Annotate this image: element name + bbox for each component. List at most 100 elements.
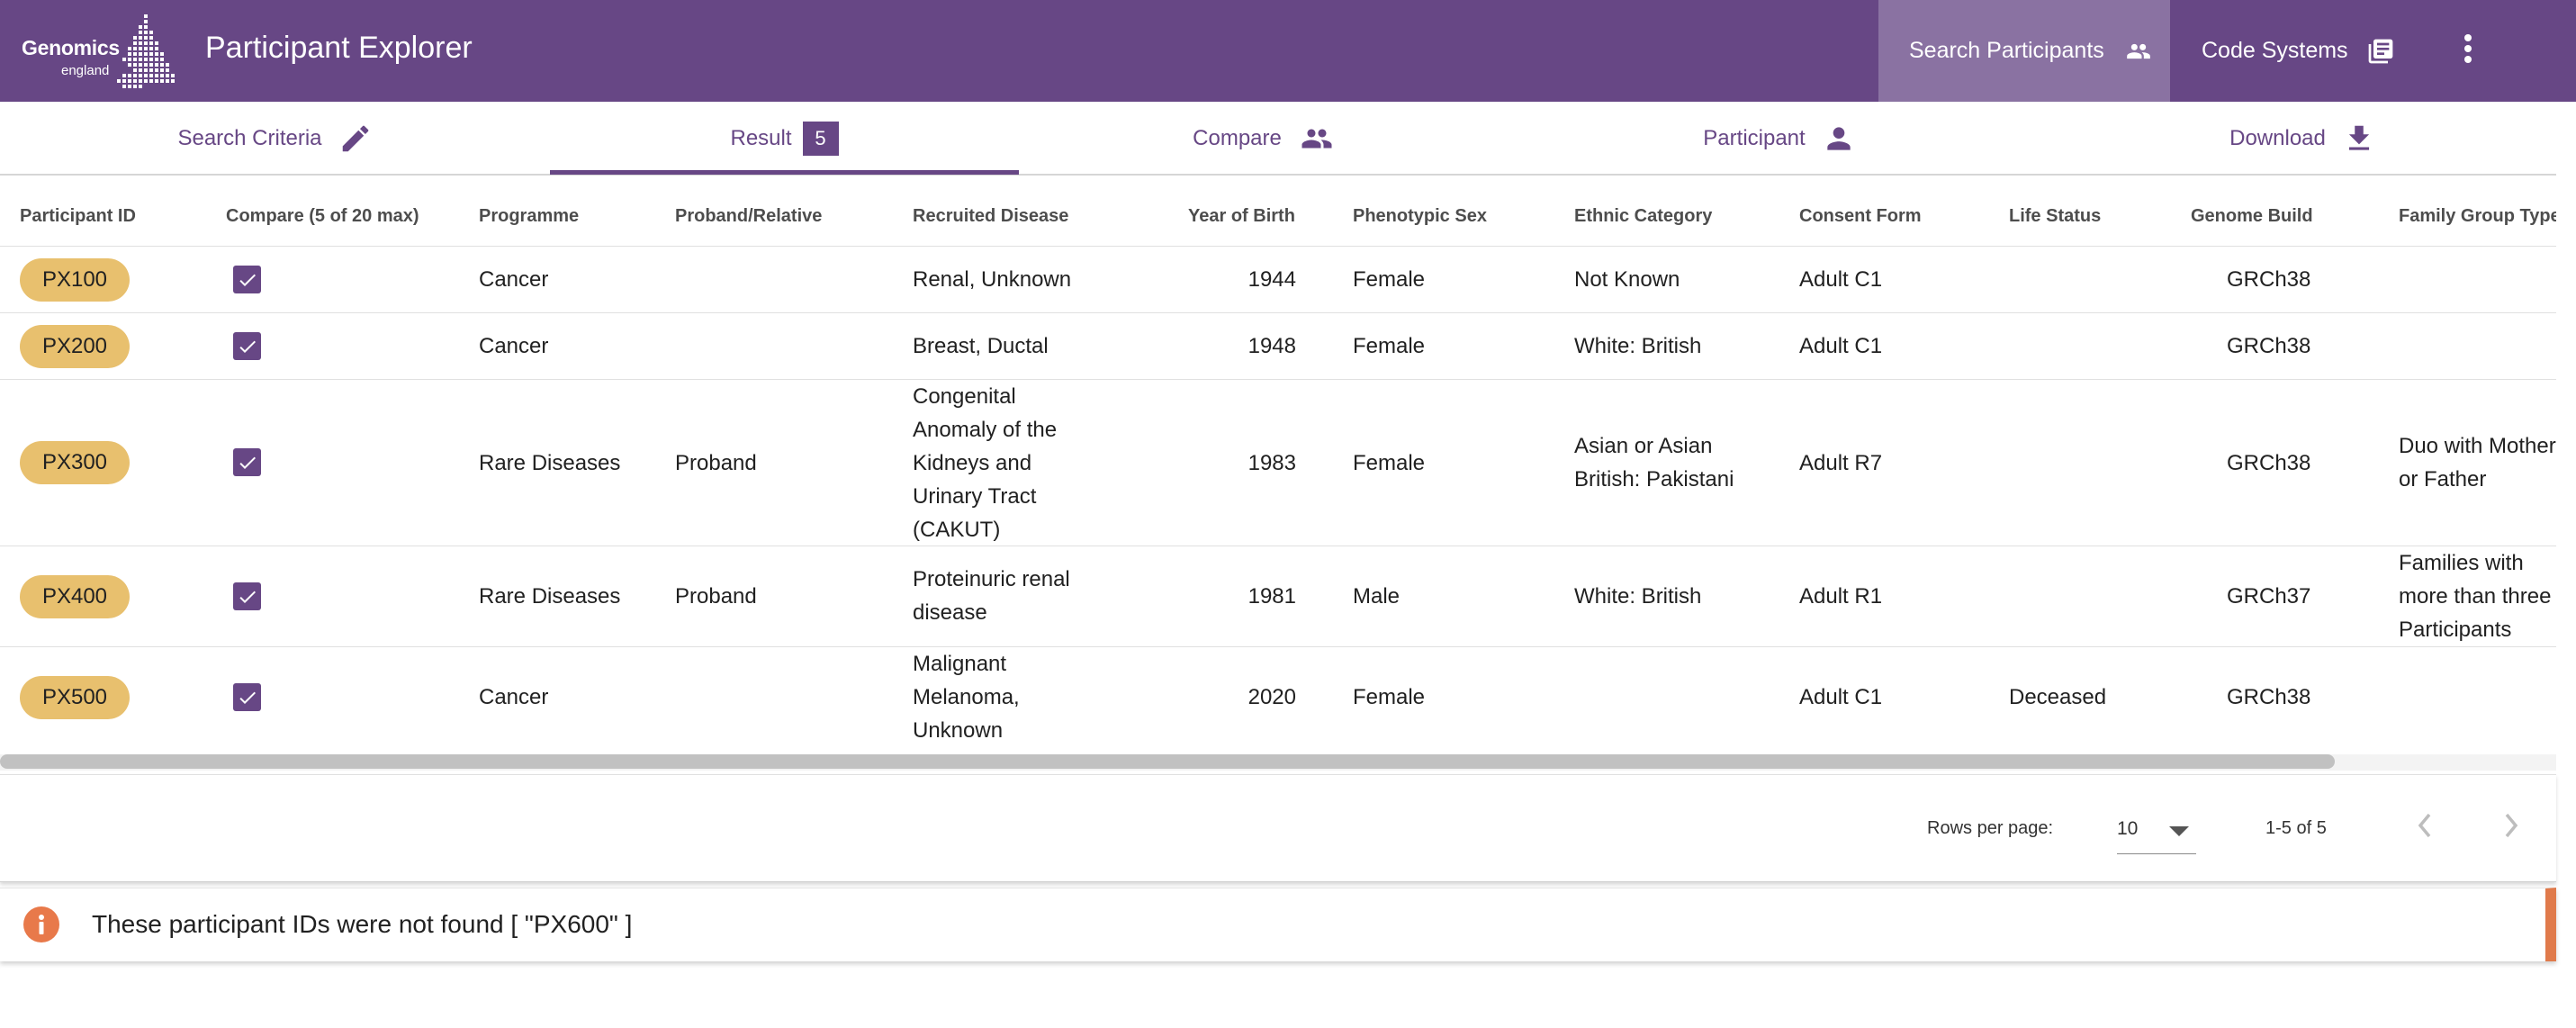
yob-cell: 1944 xyxy=(1247,267,1296,292)
consent-cell: Adult C1 xyxy=(1799,685,1883,709)
person-icon xyxy=(1822,122,1856,156)
col-ethnic-category[interactable]: Ethnic Category xyxy=(1574,206,1712,227)
col-phenotypic-sex[interactable]: Phenotypic Sex xyxy=(1353,206,1487,227)
genome-build-cell: GRCh38 xyxy=(2227,685,2311,709)
table-row[interactable]: PX400 Rare Diseases Proband Proteinuric … xyxy=(0,546,2556,647)
check-icon xyxy=(239,591,256,603)
pagination-range: 1-5 of 5 xyxy=(2265,818,2327,838)
table-row[interactable]: PX200 Cancer Breast, Ductal 1948 Female … xyxy=(0,313,2556,380)
next-page-button[interactable] xyxy=(2491,807,2531,847)
nav-search-participants[interactable]: Search Participants xyxy=(1878,0,2170,102)
disease-cell: Breast, Ductal xyxy=(913,334,1049,358)
results-table: Participant ID Compare (5 of 20 max) Pro… xyxy=(0,176,2556,771)
col-recruited-disease[interactable]: Recruited Disease xyxy=(913,206,1068,227)
table-row[interactable]: PX300 Rare Diseases Proband Congenital A… xyxy=(0,380,2556,546)
sex-cell: Female xyxy=(1353,451,1426,475)
participant-id-chip[interactable]: PX400 xyxy=(20,575,130,618)
genome-build-cell: GRCh38 xyxy=(2227,334,2311,358)
col-programme[interactable]: Programme xyxy=(479,206,579,227)
genome-build-cell: GRCh38 xyxy=(2227,267,2311,292)
family-group-cell: Families with more than three Participan… xyxy=(2399,551,2552,642)
disease-cell: Congenital Anomaly of the Kidneys and Ur… xyxy=(913,384,1058,542)
compare-checkbox[interactable] xyxy=(233,683,261,711)
consent-cell: Adult C1 xyxy=(1799,334,1883,358)
check-icon xyxy=(239,456,256,469)
participant-id-chip[interactable]: PX500 xyxy=(20,676,130,719)
library-books-icon xyxy=(2366,37,2395,66)
consent-cell: Adult C1 xyxy=(1799,267,1883,292)
chevron-left-icon xyxy=(2417,813,2433,843)
horizontal-scrollbar-thumb[interactable] xyxy=(0,754,2335,769)
disease-cell: Renal, Unknown xyxy=(913,267,1072,292)
compare-checkbox[interactable] xyxy=(233,332,261,360)
tab-download-label: Download xyxy=(2229,126,2326,150)
col-proband-relative[interactable]: Proband/Relative xyxy=(675,206,822,227)
compare-checkbox[interactable] xyxy=(233,448,261,476)
sex-cell: Female xyxy=(1353,685,1426,709)
table-row[interactable]: PX500 Cancer Malignant Melanoma, Unknown… xyxy=(0,647,2556,748)
people-icon xyxy=(1298,122,1336,155)
tab-result-label: Result xyxy=(730,126,792,150)
col-consent-form[interactable]: Consent Form xyxy=(1799,206,1922,227)
compare-checkbox[interactable] xyxy=(233,266,261,293)
programme-cell: Cancer xyxy=(479,685,549,709)
col-family-group-type[interactable]: Family Group Type xyxy=(2399,206,2556,227)
programme-cell: Rare Diseases xyxy=(479,451,621,475)
life-status-cell: Deceased xyxy=(2009,685,2107,709)
nav-search-participants-label: Search Participants xyxy=(1909,38,2104,63)
consent-cell: Adult R1 xyxy=(1799,584,1883,609)
ethnic-cell: White: British xyxy=(1574,584,1702,609)
genome-build-cell: GRCh38 xyxy=(2227,451,2311,475)
consent-cell: Adult R7 xyxy=(1799,451,1883,475)
table-header: Participant ID Compare (5 of 20 max) Pro… xyxy=(0,176,2556,247)
table-row[interactable]: PX100 Cancer Renal, Unknown 1944 Female … xyxy=(0,247,2556,313)
col-year-of-birth[interactable]: Year of Birth xyxy=(1188,206,1295,227)
tab-download[interactable]: Download xyxy=(2049,102,2556,176)
info-icon xyxy=(23,906,59,942)
tab-compare[interactable]: Compare xyxy=(1019,102,1509,176)
logo-mark-icon xyxy=(117,14,175,88)
rows-per-page-label: Rows per page: xyxy=(1927,818,2054,838)
col-life-status[interactable]: Life Status xyxy=(2009,206,2101,227)
pencil-icon xyxy=(338,122,373,156)
tab-result[interactable]: Result 5 xyxy=(550,102,1019,176)
tab-search-criteria[interactable]: Search Criteria xyxy=(0,102,550,176)
table-pagination: Rows per page: 10 1-5 of 5 xyxy=(0,774,2556,882)
participant-id-chip[interactable]: PX300 xyxy=(20,441,130,484)
tab-participant-label: Participant xyxy=(1703,126,1806,150)
sex-cell: Female xyxy=(1353,334,1426,358)
proband-cell: Proband xyxy=(675,451,757,475)
app-bar: Genomics england Participant Explorer Se… xyxy=(0,0,2576,102)
caret-down-icon xyxy=(2169,825,2189,842)
col-genome-build[interactable]: Genome Build xyxy=(2191,206,2313,227)
check-icon xyxy=(239,691,256,704)
active-tab-indicator xyxy=(550,170,1019,175)
ethnic-cell: White: British xyxy=(1574,334,1702,358)
col-compare[interactable]: Compare (5 of 20 max) xyxy=(226,206,419,227)
check-icon xyxy=(239,340,256,353)
family-group-cell: Duo with Mother or Father xyxy=(2399,434,2556,491)
compare-checkbox[interactable] xyxy=(233,582,261,610)
previous-page-button[interactable] xyxy=(2405,807,2445,847)
result-tabs: Search Criteria Result 5 Compare Partici… xyxy=(0,102,2556,176)
col-participant-id[interactable]: Participant ID xyxy=(20,206,136,227)
programme-cell: Cancer xyxy=(479,267,549,292)
check-icon xyxy=(239,274,256,286)
rows-per-page-select[interactable]: 10 xyxy=(2117,802,2196,854)
ethnic-cell: Asian or Asian British: Pakistani xyxy=(1574,434,1734,491)
yob-cell: 1981 xyxy=(1247,584,1296,609)
not-found-alert: These participant IDs were not found [ "… xyxy=(0,888,2556,961)
programme-cell: Rare Diseases xyxy=(479,584,621,609)
tab-participant[interactable]: Participant xyxy=(1509,102,2049,176)
sex-cell: Male xyxy=(1353,584,1401,609)
nav-code-systems[interactable]: Code Systems xyxy=(2202,0,2418,102)
participant-id-chip[interactable]: PX200 xyxy=(20,325,130,368)
ethnic-cell: Not Known xyxy=(1574,267,1680,292)
more-menu-button[interactable] xyxy=(2448,0,2488,102)
genomics-england-logo[interactable]: Genomics england xyxy=(22,13,175,90)
rows-per-page-value: 10 xyxy=(2117,818,2139,839)
participant-id-chip[interactable]: PX100 xyxy=(20,258,130,302)
yob-cell: 2020 xyxy=(1247,685,1296,709)
nav-code-systems-label: Code Systems xyxy=(2202,38,2348,63)
result-count-badge: 5 xyxy=(802,122,839,156)
